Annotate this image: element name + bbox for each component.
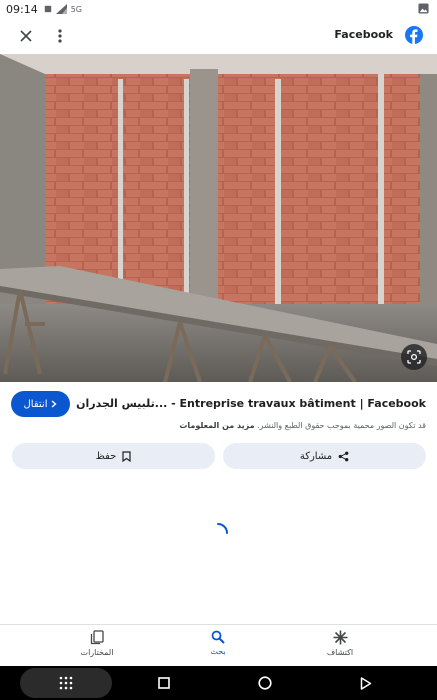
signal-icon <box>55 4 67 14</box>
system-nav-bar <box>0 666 437 700</box>
construction-photo <box>0 54 437 382</box>
nav-discover[interactable]: اكتشاف <box>300 630 380 657</box>
save-button[interactable]: حفظ <box>12 443 215 469</box>
notification-icon <box>44 5 51 13</box>
facebook-logo-icon[interactable] <box>405 26 423 44</box>
discover-icon <box>333 630 347 645</box>
share-label: مشاركة <box>299 450 333 462</box>
visit-button[interactable]: انتقال <box>11 391 70 417</box>
nav-search[interactable]: بحث <box>178 630 258 656</box>
source-name[interactable]: Facebook <box>334 28 393 41</box>
nav-search-label: بحث <box>210 647 226 656</box>
status-time: 09:14 <box>6 2 38 16</box>
home-button[interactable] <box>251 666 279 700</box>
lens-icon <box>407 350 421 364</box>
home-icon <box>258 676 272 690</box>
bottom-nav: المختارات بحث اكتشاف <box>0 624 437 666</box>
status-bar: 09:14 5G <box>0 0 437 18</box>
nav-discover-label: اكتشاف <box>326 648 354 657</box>
notice-text: قد تكون الصور محمية بموجب حقوق الطبع وال… <box>257 421 426 430</box>
gallery-icon <box>418 3 429 14</box>
result-image[interactable] <box>0 54 437 382</box>
more-info-link[interactable]: مزيد من المعلومات <box>179 421 254 430</box>
chevron-icon <box>52 400 58 408</box>
collections-icon <box>90 630 104 645</box>
loading-spinner <box>217 523 228 534</box>
result-title[interactable]: Entreprise travaux bâtiment | Facebook -… <box>76 397 426 410</box>
app-drawer-button[interactable] <box>20 666 112 700</box>
save-label: حفظ <box>95 450 117 462</box>
share-icon <box>338 451 349 461</box>
more-vert-icon <box>58 29 62 43</box>
nav-saved-label: المختارات <box>80 648 114 657</box>
recents-icon <box>158 677 170 689</box>
back-button[interactable] <box>352 666 380 700</box>
search-icon <box>211 630 225 644</box>
network-type: 5G <box>70 4 82 14</box>
nav-saved[interactable]: المختارات <box>57 630 137 657</box>
top-bar: Facebook <box>0 18 437 54</box>
share-button[interactable]: مشاركة <box>223 443 426 469</box>
recents-button[interactable] <box>150 666 178 700</box>
lens-button[interactable] <box>401 344 427 370</box>
apps-icon <box>59 676 73 690</box>
more-options-button[interactable] <box>42 18 78 54</box>
close-button[interactable] <box>8 18 44 54</box>
back-icon <box>360 676 372 690</box>
close-icon <box>20 30 32 42</box>
copyright-notice: قد تكون الصور محمية بموجب حقوق الطبع وال… <box>179 421 426 430</box>
bookmark-icon <box>122 450 131 462</box>
visit-label: انتقال <box>23 398 48 410</box>
